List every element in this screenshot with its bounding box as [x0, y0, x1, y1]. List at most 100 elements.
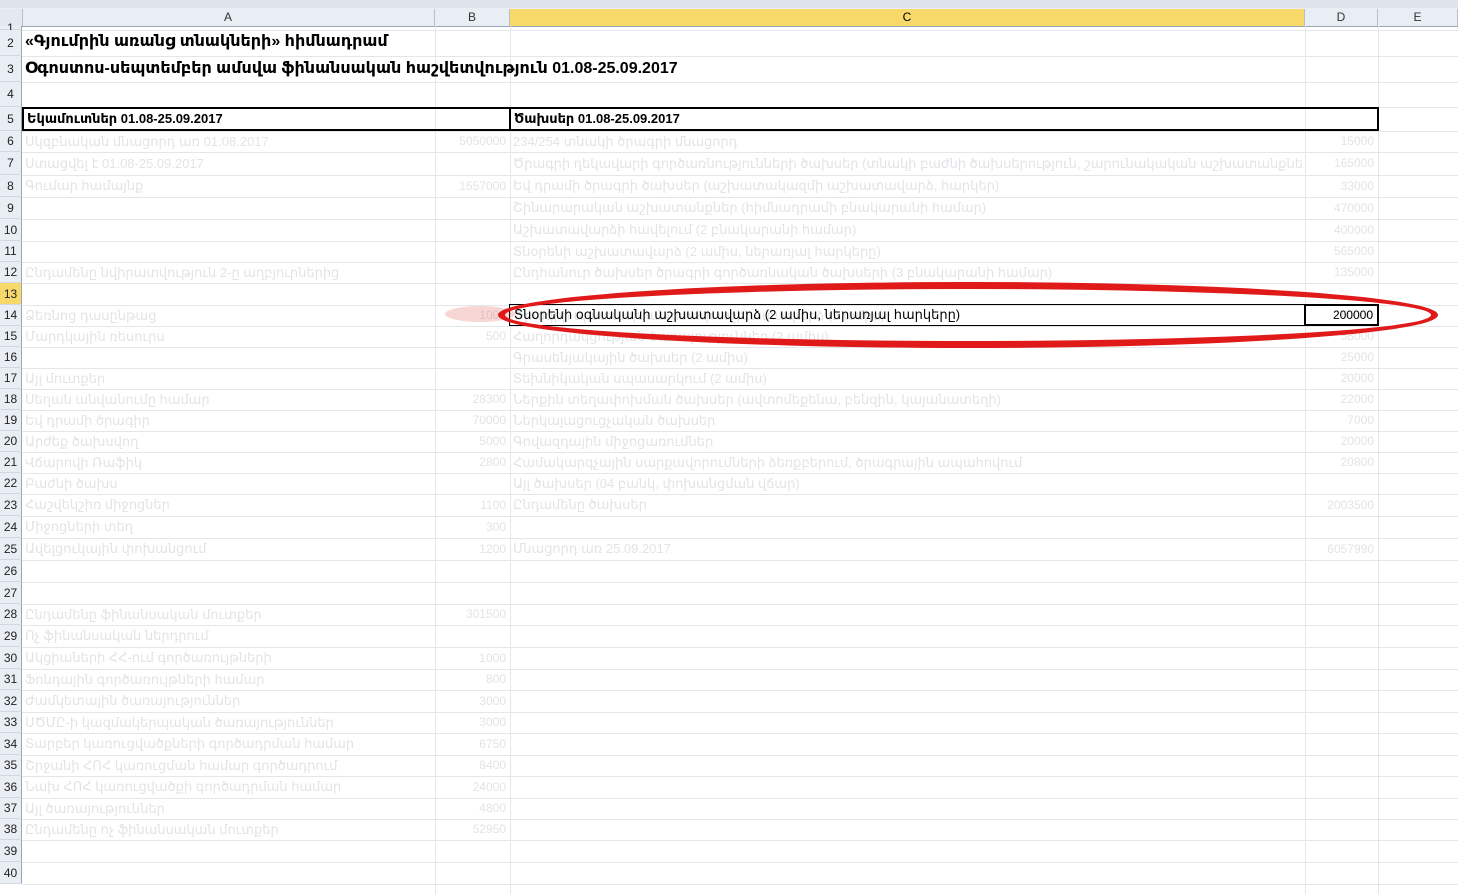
row-header-24[interactable]: 24: [0, 516, 22, 538]
income-value[interactable]: [435, 152, 510, 175]
expense-label[interactable]: Տեխնիկական սպասարկում (2 ամիս): [510, 368, 1304, 389]
expense-label[interactable]: Աշխատավարձի հավելում (2 բնակարանի համար): [510, 219, 1304, 241]
expense-label[interactable]: Համակարգչային սարքավորումների ձեռքբերում…: [510, 452, 1304, 473]
expense-value[interactable]: 20000: [1305, 431, 1378, 452]
income-label[interactable]: Ոչ ֆինանսական ներդրում: [22, 625, 434, 647]
expense-value[interactable]: 470000: [1305, 197, 1378, 219]
row-header-32[interactable]: 32: [0, 690, 22, 712]
expense-value[interactable]: 15000: [1305, 131, 1378, 152]
row-header-10[interactable]: 10: [0, 219, 22, 241]
row-header-8[interactable]: 8: [0, 175, 22, 197]
income-value[interactable]: [435, 368, 510, 389]
row-header-9[interactable]: 9: [0, 197, 22, 219]
row-header-26[interactable]: 26: [0, 560, 22, 582]
row-header-19[interactable]: 19: [0, 410, 22, 431]
income-label[interactable]: Տարբեր կառուցվածքների գործադրման համար: [22, 733, 434, 755]
row-header-40[interactable]: 40: [0, 862, 22, 884]
expense-header[interactable]: Ծախսեր 01.08-25.09.2017: [511, 109, 1371, 129]
income-value[interactable]: 3000: [435, 712, 510, 733]
income-value[interactable]: 1100: [435, 494, 510, 516]
income-value[interactable]: 1000: [435, 647, 510, 669]
row-header-3[interactable]: 3: [0, 56, 22, 82]
row-header-34[interactable]: 34: [0, 733, 22, 755]
row-header-5[interactable]: 5: [0, 107, 22, 131]
column-header-a[interactable]: A: [22, 9, 435, 26]
row-header-38[interactable]: 38: [0, 819, 22, 840]
income-label[interactable]: Սեղան անվանումը համար: [22, 389, 434, 410]
expense-label[interactable]: Եվ դրամի ծրագրի ծախսեր (աշխատակազմի աշխա…: [510, 175, 1304, 197]
row-header-2[interactable]: 2: [0, 30, 22, 56]
income-label[interactable]: Սկզբնական մնացորդ առ 01.08.2017: [22, 131, 434, 152]
row-header-29[interactable]: 29: [0, 625, 22, 647]
income-label[interactable]: Ընդամենը ֆինանսական մուտքեր: [22, 604, 434, 625]
income-label[interactable]: Արժեք ծախսվող: [22, 431, 434, 452]
income-value[interactable]: 24000: [435, 776, 510, 798]
row-header-12[interactable]: 12: [0, 262, 22, 283]
row-header-18[interactable]: 18: [0, 389, 22, 410]
income-label[interactable]: Այլ ծառայություններ: [22, 798, 434, 819]
income-value[interactable]: [435, 625, 510, 647]
row-header-17[interactable]: 17: [0, 368, 22, 389]
income-value[interactable]: 28300: [435, 389, 510, 410]
income-label[interactable]: Մարդկային ռեսուրս: [22, 326, 434, 347]
row-header-35[interactable]: 35: [0, 755, 22, 776]
income-value[interactable]: 800: [435, 669, 510, 690]
income-value[interactable]: 6750: [435, 733, 510, 755]
income-label[interactable]: Հաշվեկշիռ միջոցներ: [22, 494, 434, 516]
expense-value[interactable]: 2003500: [1305, 494, 1378, 516]
expense-label[interactable]: Գովազդային միջոցառումներ: [510, 431, 1304, 452]
expense-value[interactable]: 400000: [1305, 219, 1378, 241]
income-value[interactable]: 2800: [435, 452, 510, 473]
row-header-30[interactable]: 30: [0, 647, 22, 669]
income-value[interactable]: 500: [435, 326, 510, 347]
column-header-e[interactable]: E: [1378, 9, 1458, 26]
row-header-33[interactable]: 33: [0, 712, 22, 733]
income-value[interactable]: 8400: [435, 755, 510, 776]
income-label[interactable]: Ֆոնդային գործառույթների համար: [22, 669, 434, 690]
income-label[interactable]: Ձեռնոց դասընթաց: [22, 305, 434, 326]
expense-label[interactable]: Տնօրենի աշխատավարձ (2 ամիս, ներառյալ հար…: [510, 241, 1304, 262]
row-header-11[interactable]: 11: [0, 241, 22, 262]
income-label[interactable]: Գումար համայնք: [22, 175, 434, 197]
income-label[interactable]: Վճարովի Ռաֆիկ: [22, 452, 434, 473]
expense-label[interactable]: Ներկայացուցչական ծախսեր: [510, 410, 1304, 431]
row-header-15[interactable]: 15: [0, 326, 22, 347]
income-label[interactable]: Ժամկետային ծառայություններ: [22, 690, 434, 712]
expense-label[interactable]: Ծրագրի ղեկավարի գործառնությունների ծախսե…: [510, 152, 1304, 175]
expense-label[interactable]: Գրասենյակային ծախսեր (2 ամիս): [510, 347, 1304, 368]
income-label[interactable]: Նախ ՀՈՀ կառուցվածքի գործադրման համար: [22, 776, 434, 798]
row-header-22[interactable]: 22: [0, 473, 22, 494]
row-header-25[interactable]: 25: [0, 538, 22, 560]
expense-label[interactable]: Ընդամենը ծախսեր: [510, 494, 1304, 516]
income-value[interactable]: 3000: [435, 690, 510, 712]
income-value[interactable]: 5000: [435, 431, 510, 452]
column-header-c[interactable]: C: [510, 9, 1305, 26]
income-label[interactable]: ՍԾՄԸ-ի կազմակերպական ծառայություններ: [22, 712, 434, 733]
income-value[interactable]: [435, 262, 510, 283]
income-label[interactable]: Եվ դրամի ծրագիր: [22, 410, 434, 431]
income-value[interactable]: 300: [435, 516, 510, 538]
column-header-b[interactable]: B: [435, 9, 510, 26]
income-label[interactable]: Ընդամենը ոչ ֆինանսական մուտքեր: [22, 819, 434, 840]
expense-label[interactable]: Շինարարական աշխատանքներ (հիմնադրամի բնակ…: [510, 197, 1304, 219]
expense-value[interactable]: 20800: [1305, 452, 1378, 473]
expense-label[interactable]: Այլ ծախսեր (04 բանկ, փոխանցման վճար): [510, 473, 1304, 494]
expense-label[interactable]: 234/254 տնակի ծրագրի մնացորդ: [510, 131, 1304, 152]
row-header-20[interactable]: 20: [0, 431, 22, 452]
row-header-36[interactable]: 36: [0, 776, 22, 798]
expense-label[interactable]: Ներքին տեղափոխման ծախսեր (ավտոմեքենա, բե…: [510, 389, 1304, 410]
expense-value[interactable]: [1305, 473, 1378, 494]
expense-value[interactable]: 565000: [1305, 241, 1378, 262]
income-label[interactable]: Այլ մուտքեր: [22, 368, 434, 389]
expense-label[interactable]: Ընդհանուր ծախսեր ծրագրի գործառնական ծախս…: [510, 262, 1304, 283]
row-header-31[interactable]: 31: [0, 669, 22, 690]
expense-value[interactable]: 135000: [1305, 262, 1378, 283]
income-label[interactable]: Միջոցների տեղ: [22, 516, 434, 538]
expense-value[interactable]: 22000: [1305, 389, 1378, 410]
sheet-title[interactable]: «Գյումրին առանց տնակների» հիմնադրամ: [22, 30, 922, 54]
expense-value[interactable]: 33000: [1305, 175, 1378, 197]
row-header-16[interactable]: 16: [0, 347, 22, 368]
income-label[interactable]: Ակցիաների ՀՀ-ում գործառույթների: [22, 647, 434, 669]
income-label[interactable]: Ստացվել է 01.08-25.09.2017: [22, 152, 434, 175]
row-header-21[interactable]: 21: [0, 452, 22, 473]
